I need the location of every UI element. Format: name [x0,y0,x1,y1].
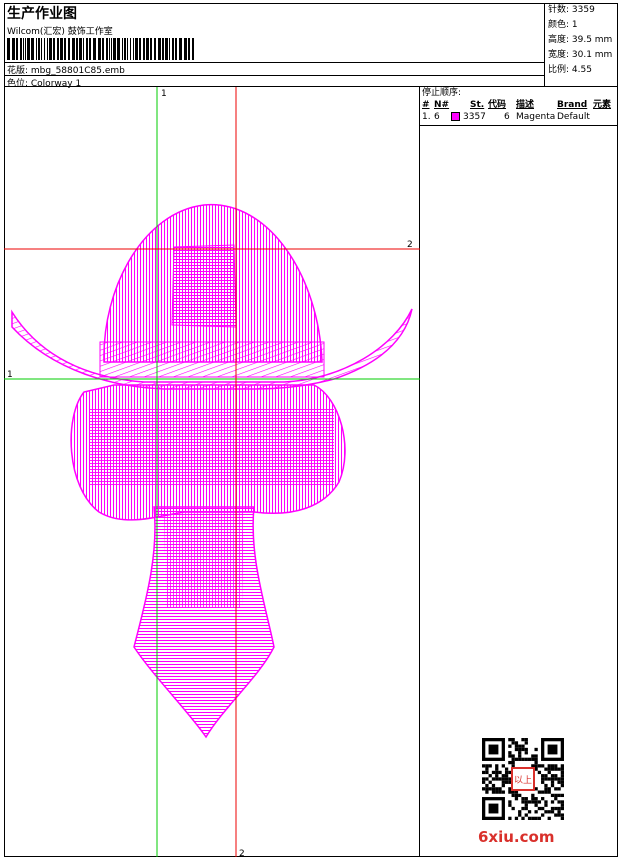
stop-sequence-header: # N# St. 代码 描述 Brand 元素 [420,99,618,111]
stat-stitches: 针数: 3359 [548,5,595,15]
design-preview: 1 1 2 2 [4,87,420,859]
row-n: 6 [434,112,440,122]
header: 生产作业图 Wilcom(汇宏) 鼓饰工作室 花版: mbg_58801C85.… [4,3,618,89]
table-row: 1. 6 3357 6 Magenta Default [420,111,618,123]
qr-code: 以上 [482,738,564,820]
stat-colors: 颜色: 1 [548,20,578,30]
embroidery-canvas: 1 1 2 2 [4,87,420,859]
row-brand: Default [557,112,590,122]
col-n: N# [434,100,450,110]
face [70,384,346,521]
row-description: Magenta [516,112,556,122]
row-code: 6 [504,112,510,122]
marker-bottom: 2 [239,849,245,857]
beard [133,506,275,739]
marker-left: 1 [7,370,13,380]
table-divider [420,125,618,126]
stop-sequence-title: 停止顺序: [422,88,462,98]
stat-height: 高度: 39.5 mm [548,35,613,45]
page-title: 生产作业图 [7,6,77,22]
marker-top: 1 [161,89,167,99]
hat-crown [99,204,325,378]
company-name: Wilcom(汇宏) 鼓饰工作室 [7,27,113,37]
col-description: 描述 [516,100,535,110]
col-index: # [422,100,430,110]
watermark: 6xiu.com [478,828,555,846]
header-info: 生产作业图 Wilcom(汇宏) 鼓饰工作室 花版: mbg_58801C85.… [4,3,545,89]
col-brand: Brand [557,100,588,110]
seal-text: 以上 [514,775,532,786]
barcode [7,38,194,60]
col-code: 代码 [488,100,507,110]
header-divider [4,75,545,76]
stat-width: 宽度: 30.1 mm [548,50,613,60]
thread-color-swatch [451,112,460,121]
marker-right: 2 [407,240,413,250]
stat-ratio: 比例: 4.55 [548,65,592,75]
col-element: 元素 [593,100,612,110]
row-index: 1. [422,112,431,122]
stop-sequence-panel: 停止顺序: # N# St. 代码 描述 Brand 元素 1. 6 3357 … [420,87,618,126]
design-stats: 针数: 3359 颜色: 1 高度: 39.5 mm 宽度: 30.1 mm 比… [546,3,618,87]
row-stitches: 3357 [463,112,486,122]
col-stitches: St. [470,100,485,110]
